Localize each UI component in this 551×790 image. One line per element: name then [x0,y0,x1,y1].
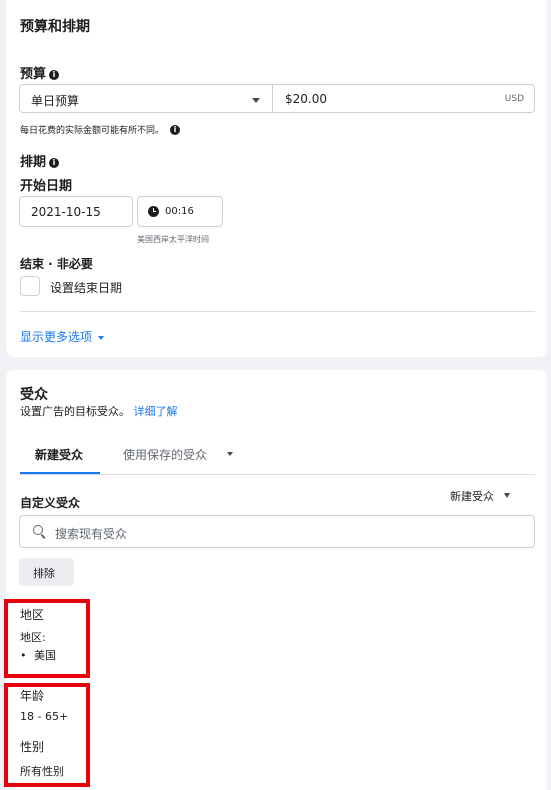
create-new-audience-label: 新建受众 [450,490,494,503]
tab-new-audience-label: 新建受众 [35,448,84,462]
set-end-date-label: 设置结束日期 [50,281,123,295]
tab-new-audience[interactable]: 新建受众 [20,438,100,476]
audience-title: 受众 [20,387,48,403]
start-date-value: 2021-10-15 [31,205,101,219]
set-end-date-checkbox[interactable] [20,276,40,296]
create-new-audience-dropdown[interactable]: 新建受众 [450,488,510,504]
highlight-box-region [4,599,90,678]
start-date-label: 开始日期 [20,179,73,194]
exclude-button[interactable]: 排除 [19,558,74,586]
exclude-button-label: 排除 [33,567,55,580]
tab-saved-audience-label: 使用保存的受众 [123,448,208,462]
budget-type-value: 单日预算 [31,94,80,108]
start-time-input[interactable]: 00:16 [137,196,223,227]
show-more-options-link[interactable]: 显示更多选项 [20,328,104,345]
clock-icon [148,206,159,217]
chevron-down-icon [227,452,233,456]
budget-type-select[interactable]: 单日预算 [19,84,273,113]
timezone-label: 美国西岸太平洋时间 [137,235,209,244]
audience-search-input[interactable]: 搜索现有受众 [19,515,535,548]
info-icon[interactable]: i [49,70,60,80]
currency-label: USD [504,94,524,104]
budget-amount-value: $20.00 [285,92,327,106]
audience-subtitle: 设置广告的目标受众。 [20,405,130,418]
search-icon [33,525,46,539]
chevron-down-icon [97,336,104,340]
highlight-box-age-gender [4,683,90,787]
budget-label-row: 预算 i [20,63,60,82]
tab-saved-audience[interactable]: 使用保存的受众 [116,438,246,476]
divider [20,311,535,312]
budget-amount-input[interactable]: $20.00 USD [272,84,535,113]
schedule-label: 排期 [20,155,47,170]
budget-schedule-title: 预算和排期 [20,19,90,35]
chevron-down-icon [503,493,510,498]
learn-more-link[interactable]: 详细了解 [134,405,178,418]
search-placeholder: 搜索现有受众 [55,527,128,541]
budget-schedule-card: 预算和排期 预算 i 单日预算 $20.00 USD 每日花费的实际金额可能有所不… [6,0,547,357]
budget-note-row: 每日花费的实际金额可能有所不同。 i [20,123,181,136]
start-date-input[interactable]: 2021-10-15 [19,196,133,227]
show-more-options-label: 显示更多选项 [20,330,93,344]
custom-audience-label: 自定义受众 [20,496,81,510]
end-date-label: 结束 · 非必要 [20,257,93,271]
info-icon[interactable]: i [170,125,181,135]
schedule-label-row: 排期 i [20,151,60,170]
audience-tabs: 新建受众 使用保存的受众 [20,438,535,476]
budget-label: 预算 [20,67,47,82]
chevron-down-icon [252,98,260,103]
audience-subtitle-row: 设置广告的目标受众。 详细了解 [20,403,178,419]
budget-note: 每日花费的实际金额可能有所不同。 [20,126,165,136]
tabs-divider [20,474,535,475]
start-time-value: 00:16 [165,206,194,217]
info-icon[interactable]: i [49,158,60,168]
